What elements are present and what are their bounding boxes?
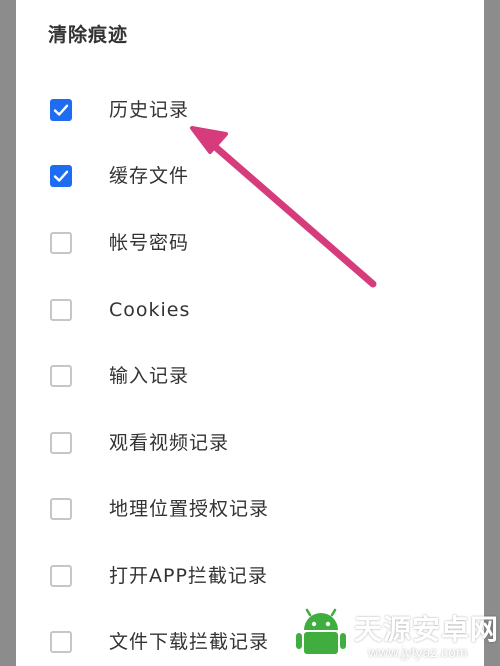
option-label: 历史记录 xyxy=(109,99,190,121)
video-history-checkbox[interactable] xyxy=(50,432,72,454)
option-location-auth[interactable]: 地理位置授权记录 xyxy=(16,481,484,537)
input-history-checkbox[interactable] xyxy=(50,365,72,387)
option-history[interactable]: 历史记录 xyxy=(16,82,484,138)
option-label: 观看视频记录 xyxy=(109,432,230,454)
option-label: 输入记录 xyxy=(109,365,190,387)
option-label: 帐号密码 xyxy=(109,232,190,254)
option-label: 文件下载拦截记录 xyxy=(109,631,270,653)
cache-checkbox[interactable] xyxy=(50,165,72,187)
option-label: 缓存文件 xyxy=(109,165,190,187)
location-auth-checkbox[interactable] xyxy=(50,498,72,520)
option-download-block[interactable]: 文件下载拦截记录 xyxy=(16,614,484,666)
check-icon xyxy=(53,170,69,182)
screen: 清除痕迹 历史记录 缓存文件 帐号密码 Cookies 输入记录 观看视频记录 … xyxy=(0,0,500,666)
dialog-title: 清除痕迹 xyxy=(48,24,129,46)
clear-traces-dialog: 清除痕迹 历史记录 缓存文件 帐号密码 Cookies 输入记录 观看视频记录 … xyxy=(16,0,484,666)
passwords-checkbox[interactable] xyxy=(50,232,72,254)
option-cache[interactable]: 缓存文件 xyxy=(16,148,484,204)
download-block-checkbox[interactable] xyxy=(50,631,72,653)
option-app-block[interactable]: 打开APP拦截记录 xyxy=(16,548,484,604)
option-label: Cookies xyxy=(109,299,191,321)
app-block-checkbox[interactable] xyxy=(50,565,72,587)
option-label: 地理位置授权记录 xyxy=(109,498,270,520)
option-input-history[interactable]: 输入记录 xyxy=(16,348,484,404)
option-video-history[interactable]: 观看视频记录 xyxy=(16,415,484,471)
cookies-checkbox[interactable] xyxy=(50,299,72,321)
check-icon xyxy=(53,104,69,116)
option-cookies[interactable]: Cookies xyxy=(16,282,484,338)
option-label: 打开APP拦截记录 xyxy=(109,565,268,587)
option-passwords[interactable]: 帐号密码 xyxy=(16,215,484,271)
history-checkbox[interactable] xyxy=(50,99,72,121)
